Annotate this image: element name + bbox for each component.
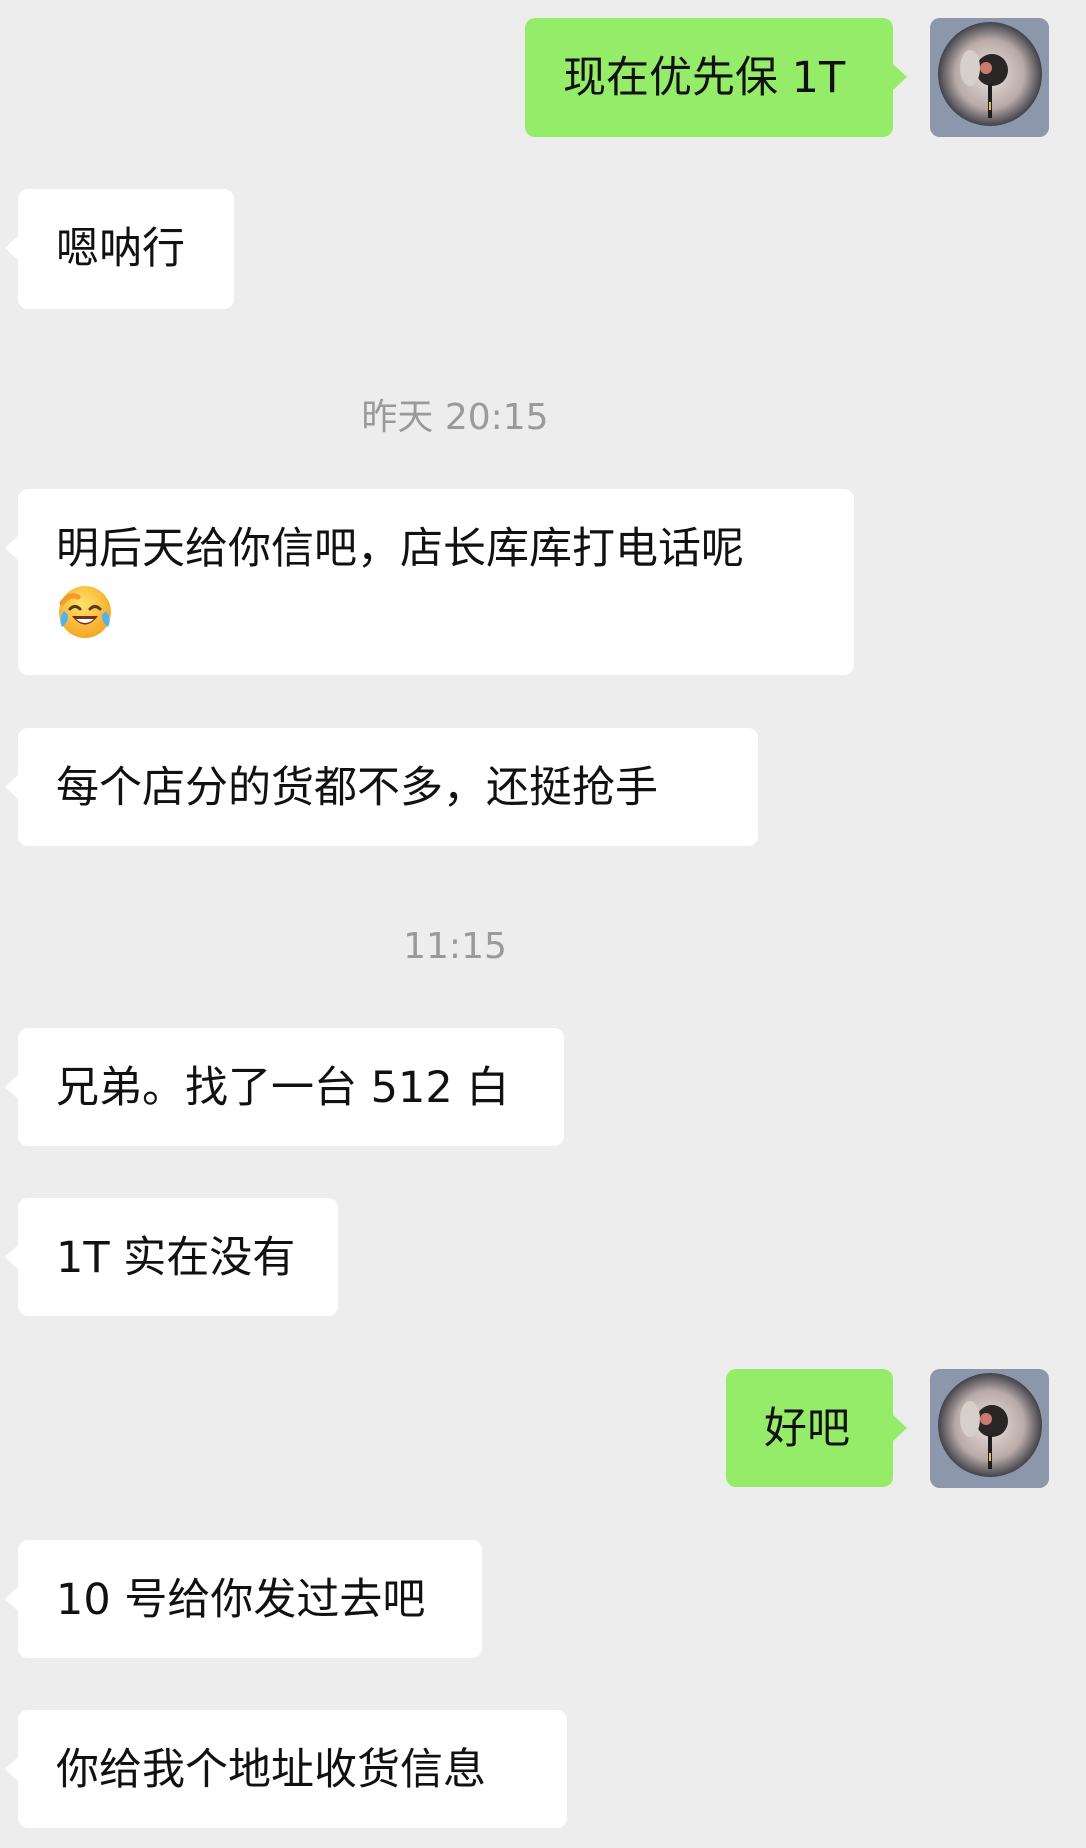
avatar-image <box>930 1369 1049 1488</box>
message-bubble-incoming[interactable]: 你给我个地址收货信息 <box>5 1710 567 1828</box>
message-text: 现在优先保 1T <box>563 53 846 103</box>
avatar[interactable] <box>930 18 1049 137</box>
message-text: 1T 实在没有 <box>56 1233 296 1283</box>
message-bubble-incoming[interactable]: 嗯呐行 <box>5 189 234 309</box>
timestamp: 11:15 <box>403 926 507 967</box>
message-text: 明后天给你信吧，店长库库打电话呢 <box>56 524 744 574</box>
message-text: 每个店分的货都不多，还挺抢手 <box>56 763 658 813</box>
message-bubble-incoming[interactable]: 10 号给你发过去吧 <box>5 1540 482 1658</box>
face-with-tears-of-joy-icon <box>56 583 114 657</box>
avatar-image <box>930 18 1049 137</box>
message-bubble-incoming[interactable]: 1T 实在没有 <box>5 1198 338 1316</box>
message-bubble-incoming[interactable]: 兄弟。找了一台 512 白 <box>5 1028 564 1146</box>
message-bubble-outgoing[interactable]: 好吧 <box>726 1369 907 1487</box>
message-bubble-incoming[interactable]: 明后天给你信吧，店长库库打电话呢 <box>5 489 854 675</box>
message-bubble-outgoing[interactable]: 现在优先保 1T <box>525 18 907 137</box>
avatar[interactable] <box>930 1369 1049 1488</box>
message-text: 嗯呐行 <box>56 224 185 274</box>
timestamp: 昨天 20:15 <box>361 397 549 438</box>
message-text: 兄弟。找了一台 512 白 <box>56 1063 510 1113</box>
message-bubble-incoming[interactable]: 每个店分的货都不多，还挺抢手 <box>5 728 758 846</box>
message-text: 10 号给你发过去吧 <box>56 1575 426 1625</box>
message-text: 你给我个地址收货信息 <box>56 1745 486 1795</box>
message-text: 好吧 <box>764 1404 850 1454</box>
